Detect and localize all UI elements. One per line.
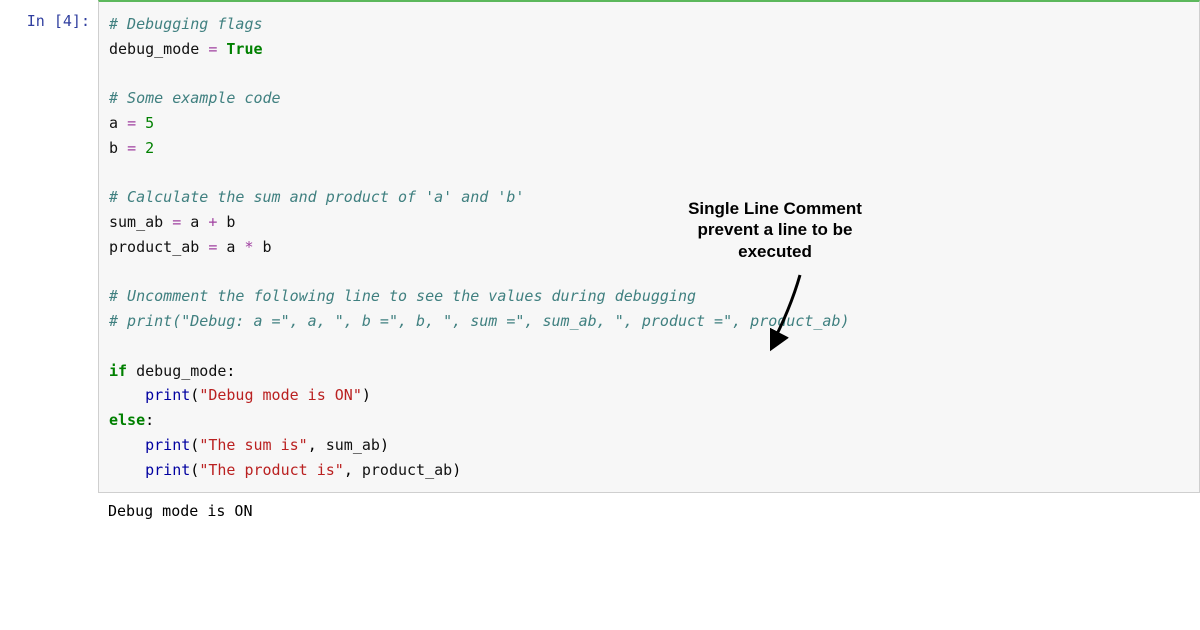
output-text: Debug mode is ON: [98, 493, 1200, 529]
op-eq: =: [127, 114, 136, 132]
var: b: [263, 238, 272, 256]
code-cell: In [4]: # Debugging flags debug_mode = Tr…: [0, 0, 1200, 493]
literal-true: True: [226, 40, 262, 58]
annotation-label: Single Line Comment prevent a line to be…: [660, 198, 890, 262]
literal-num: 2: [145, 139, 154, 157]
var: a: [190, 213, 199, 231]
op-eq: =: [208, 238, 217, 256]
func-print: print: [145, 436, 190, 454]
var: product_ab: [109, 238, 199, 256]
comment-line: # Debugging flags: [109, 15, 263, 33]
op-star: *: [244, 238, 253, 256]
string-literal: "Debug mode is ON": [199, 386, 362, 404]
var: debug_mode: [136, 362, 226, 380]
var: sum_ab: [109, 213, 163, 231]
op-eq: =: [172, 213, 181, 231]
var: b: [226, 213, 235, 231]
string-literal: "The product is": [199, 461, 344, 479]
literal-num: 5: [145, 114, 154, 132]
var: a: [109, 114, 118, 132]
func-print: print: [145, 461, 190, 479]
arrow-icon: [770, 270, 830, 360]
kw-else: else: [109, 411, 145, 429]
comment-line: # Uncomment the following line to see th…: [109, 287, 696, 305]
comment-line: # Calculate the sum and product of 'a' a…: [109, 188, 524, 206]
var: product_ab: [362, 461, 452, 479]
kw-if: if: [109, 362, 127, 380]
func-print: print: [145, 386, 190, 404]
op-eq: =: [208, 40, 217, 58]
code-content[interactable]: # Debugging flags debug_mode = True # Som…: [98, 0, 1200, 493]
comment-line: # Some example code: [109, 89, 281, 107]
var: a: [226, 238, 235, 256]
op-eq: =: [127, 139, 136, 157]
annotation-line: prevent a line to be: [660, 219, 890, 240]
output-row: Debug mode is ON: [0, 493, 1200, 529]
var: sum_ab: [326, 436, 380, 454]
op-plus: +: [208, 213, 217, 231]
annotation-line: Single Line Comment: [660, 198, 890, 219]
string-literal: "The sum is": [199, 436, 307, 454]
annotation-line: executed: [660, 241, 890, 262]
input-prompt: In [4]:: [0, 0, 98, 493]
var: debug_mode: [109, 40, 199, 58]
var: b: [109, 139, 118, 157]
comment-line: # print("Debug: a =", a, ", b =", b, ", …: [109, 312, 850, 330]
prompt-label: In [4]:: [27, 12, 90, 30]
